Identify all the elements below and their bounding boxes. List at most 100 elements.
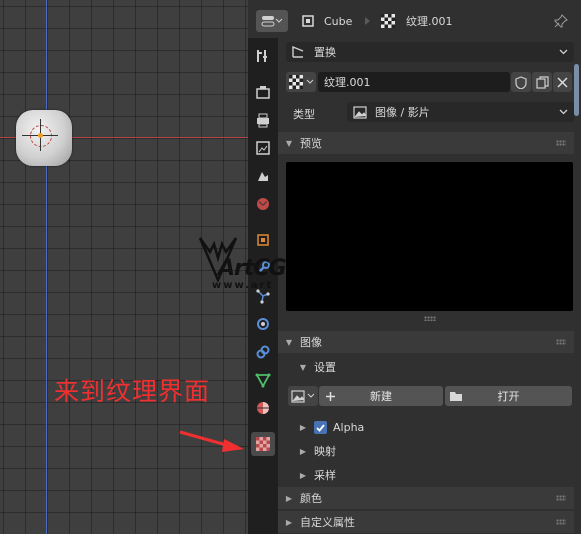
drag-grip-icon[interactable]	[556, 519, 566, 525]
folder-icon	[450, 392, 462, 401]
image-section-header[interactable]: ▼ 图像	[278, 331, 574, 353]
texture-type-value: 图像 / 影片	[375, 106, 430, 119]
tab-render[interactable]	[251, 80, 275, 104]
properties-header: Cube 纹理.001	[248, 0, 581, 38]
physics-icon	[257, 318, 269, 330]
alpha-subsection-header[interactable]: ▶ Alpha	[278, 416, 574, 438]
sampling-subsection-title: 采样	[314, 469, 336, 482]
settings-subsection-title: 设置	[314, 361, 336, 374]
mesh-data-icon	[255, 373, 271, 388]
chevron-down-icon	[559, 49, 568, 55]
custom-properties-section-header[interactable]: ▶ 自定义属性	[278, 511, 574, 533]
annotation-arrow-icon	[179, 430, 244, 452]
drag-grip-icon[interactable]	[556, 140, 566, 146]
fake-user-button[interactable]	[511, 72, 531, 92]
expand-arrow-icon: ▶	[299, 422, 307, 432]
drag-grip-icon[interactable]	[556, 339, 566, 345]
panel-scrollbar[interactable]	[574, 64, 579, 116]
unlink-texture-button[interactable]	[553, 72, 572, 92]
image-browse-button[interactable]	[288, 386, 318, 406]
watermark-brand: ArtCG	[218, 256, 287, 281]
y-axis-line	[46, 0, 47, 534]
new-image-label: 新建	[370, 390, 392, 403]
colors-section-header[interactable]: ▶ 颜色	[278, 487, 574, 509]
expand-arrow-icon: ▶	[299, 470, 307, 480]
chevron-down-icon	[307, 393, 315, 398]
open-image-label: 打开	[497, 390, 520, 403]
displace-icon	[292, 46, 304, 58]
collapse-arrow-icon: ▼	[299, 362, 307, 372]
material-icon	[257, 402, 269, 414]
collapse-arrow-icon: ▼	[285, 337, 293, 347]
sampling-subsection-header[interactable]: ▶ 采样	[278, 464, 574, 486]
watermark-url: www.art	[212, 280, 274, 291]
chevron-down-icon	[559, 109, 568, 115]
annotation-text: 来到纹理界面	[54, 377, 211, 406]
texture-context-label: 置换	[314, 46, 336, 59]
tab-view-layer[interactable]	[251, 136, 275, 160]
object-icon	[302, 15, 314, 27]
preview-resize-grip-icon[interactable]	[424, 316, 436, 321]
image-section-title: 图像	[300, 336, 322, 349]
open-image-button[interactable]: 打开	[445, 386, 572, 406]
scene-icon	[258, 172, 268, 181]
breadcrumb-texture-name: 纹理.001	[406, 15, 453, 28]
editor-type-button[interactable]	[256, 10, 288, 32]
pin-icon[interactable]	[554, 10, 568, 32]
checkmark-icon	[316, 423, 325, 432]
view-layer-icon	[256, 141, 270, 155]
texture-checker-icon	[289, 75, 303, 89]
alpha-label: Alpha	[333, 420, 365, 434]
collapse-arrow-icon: ▼	[285, 138, 293, 148]
tab-physics[interactable]	[251, 312, 275, 336]
colors-section-title: 颜色	[300, 492, 322, 505]
preview-section-title: 预览	[300, 137, 322, 150]
editor-type-icon	[261, 16, 283, 27]
new-image-button[interactable]: 新建	[319, 386, 443, 406]
render-icon	[256, 86, 270, 99]
tab-output[interactable]	[251, 108, 275, 132]
texture-checker-icon	[256, 437, 270, 451]
output-icon	[257, 113, 269, 128]
tab-world[interactable]	[251, 192, 275, 216]
settings-subsection-header[interactable]: ▼ 设置	[278, 356, 574, 378]
tab-object-data[interactable]	[251, 368, 275, 392]
tab-texture[interactable]	[251, 432, 275, 456]
tab-scene[interactable]	[251, 164, 275, 188]
type-label: 类型	[293, 108, 315, 121]
expand-arrow-icon: ▶	[285, 493, 293, 503]
expand-arrow-icon: ▶	[285, 517, 293, 527]
constraints-icon	[256, 345, 270, 359]
alpha-checkbox[interactable]	[314, 420, 327, 434]
plus-icon	[326, 391, 335, 401]
texture-checker-icon	[381, 14, 395, 28]
tab-constraints[interactable]	[251, 340, 275, 364]
close-icon	[557, 76, 568, 88]
custom-properties-section-title: 自定义属性	[300, 516, 355, 529]
image-icon	[353, 105, 367, 119]
object-origin-dot	[38, 133, 43, 138]
texture-preview	[286, 162, 573, 311]
breadcrumb-object: Cube	[300, 10, 352, 32]
texture-browse-button[interactable]	[286, 72, 316, 92]
tool-icon	[257, 50, 267, 62]
duplicate-icon	[536, 75, 549, 89]
world-icon	[257, 198, 269, 210]
mapping-subsection-title: 映射	[314, 445, 336, 458]
texture-type-dropdown[interactable]: 图像 / 影片	[347, 102, 574, 122]
drag-grip-icon[interactable]	[556, 495, 566, 501]
breadcrumb-object-name: Cube	[324, 14, 353, 28]
preview-section-header[interactable]: ▼ 预览	[278, 132, 574, 154]
tab-tool[interactable]	[251, 44, 275, 68]
texture-name-field[interactable]: 纹理.001	[318, 72, 510, 92]
tab-material[interactable]	[251, 396, 275, 420]
expand-arrow-icon: ▶	[299, 446, 307, 456]
shield-icon	[515, 75, 527, 89]
breadcrumb-texture: 纹理.001	[380, 10, 453, 32]
chevron-down-icon	[306, 79, 314, 84]
texture-context-dropdown[interactable]: 置换	[286, 42, 574, 62]
texture-name-value: 纹理.001	[324, 76, 371, 89]
duplicate-texture-button[interactable]	[532, 72, 552, 92]
breadcrumb-separator-icon	[364, 10, 372, 32]
mapping-subsection-header[interactable]: ▶ 映射	[278, 440, 574, 462]
